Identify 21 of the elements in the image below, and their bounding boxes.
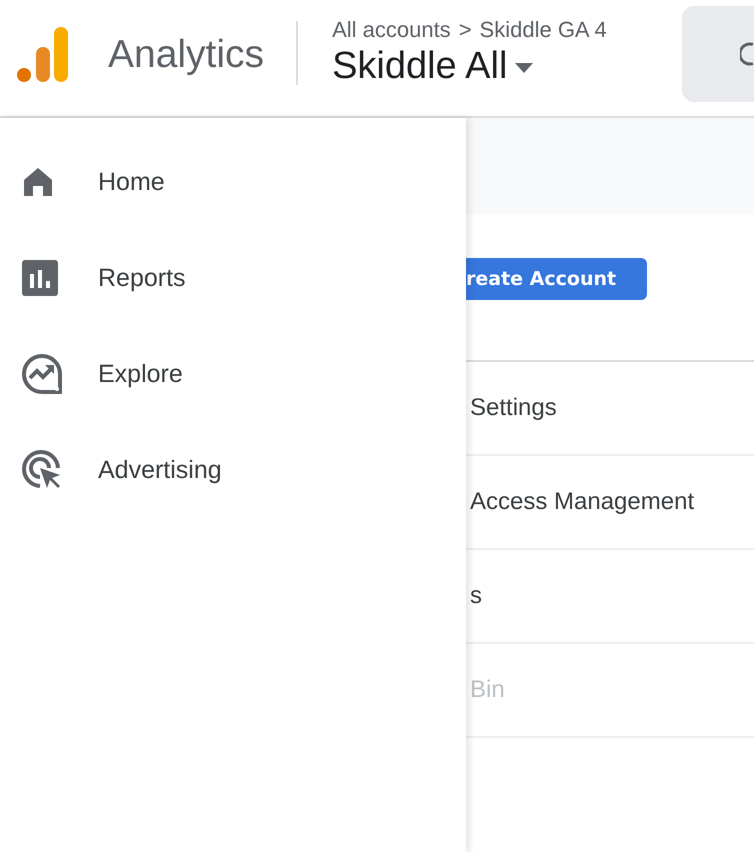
- nav-item[interactable]: Home: [0, 134, 282, 230]
- target-cursor-icon: [22, 450, 62, 490]
- menu-item[interactable]: s: [470, 582, 482, 610]
- create-account-button[interactable]: reate Account: [466, 258, 648, 300]
- menu-item[interactable]: Settings: [470, 394, 557, 422]
- menu-item[interactable]: Access Management: [470, 488, 694, 516]
- search-icon: [740, 41, 754, 67]
- breadcrumb-link[interactable]: Skiddle GA 4: [480, 16, 607, 42]
- nav-item[interactable]: Advertising: [0, 422, 282, 518]
- nav-item[interactable]: Reports: [0, 230, 282, 326]
- home-icon: [22, 166, 54, 198]
- property-selector[interactable]: Skiddle All: [332, 44, 607, 88]
- product-name: Analytics: [108, 33, 264, 77]
- breadcrumb-link[interactable]: All accounts: [332, 16, 451, 42]
- analytics-logo: [16, 25, 68, 83]
- trend-chart-icon: [22, 354, 62, 394]
- breadcrumb-separator: >: [458, 16, 472, 42]
- caret-icon: [515, 63, 534, 73]
- nav-item[interactable]: Explore: [0, 326, 282, 422]
- bar-chart-icon: [22, 260, 58, 296]
- search-field[interactable]: [682, 6, 754, 102]
